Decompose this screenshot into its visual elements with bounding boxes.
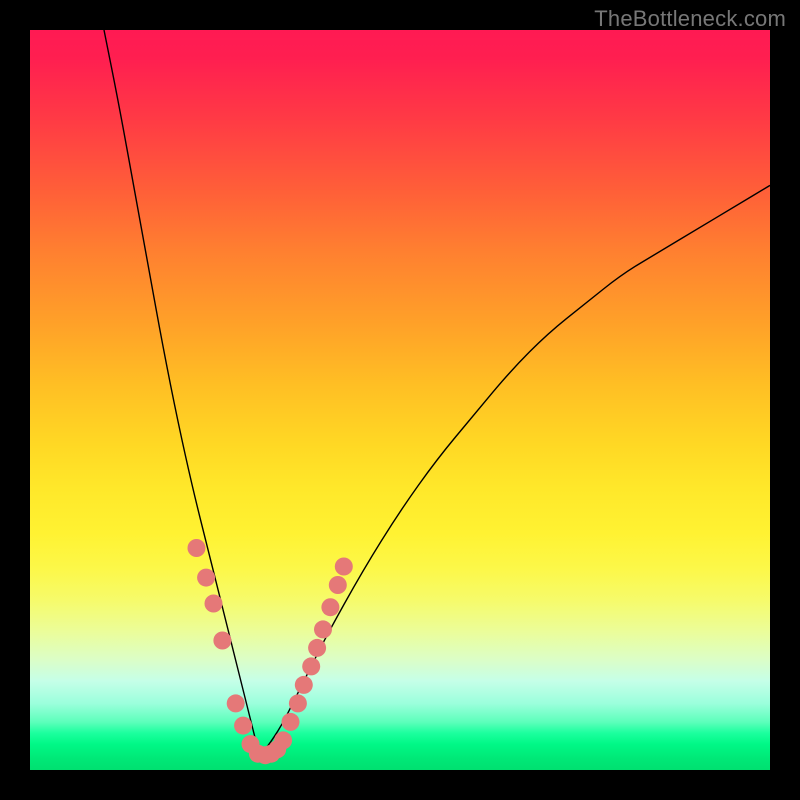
highlight-dot	[205, 595, 223, 613]
highlight-dot	[335, 558, 353, 576]
watermark-label: TheBottleneck.com	[594, 6, 786, 32]
highlight-dot	[308, 639, 326, 657]
highlight-dots	[188, 539, 353, 764]
highlight-dot	[234, 717, 252, 735]
highlight-dot	[282, 713, 300, 731]
highlight-dot	[274, 731, 292, 749]
bottleneck-curve	[104, 30, 770, 752]
highlight-dot	[321, 598, 339, 616]
highlight-dot	[302, 657, 320, 675]
highlight-dot	[329, 576, 347, 594]
bottleneck-curve-svg	[30, 30, 770, 770]
plot-area	[30, 30, 770, 770]
highlight-dot	[197, 569, 215, 587]
highlight-dot	[213, 632, 231, 650]
highlight-dot	[227, 694, 245, 712]
highlight-dot	[314, 620, 332, 638]
highlight-dot	[289, 694, 307, 712]
chart-frame: TheBottleneck.com	[0, 0, 800, 800]
highlight-dot	[295, 676, 313, 694]
highlight-dot	[188, 539, 206, 557]
